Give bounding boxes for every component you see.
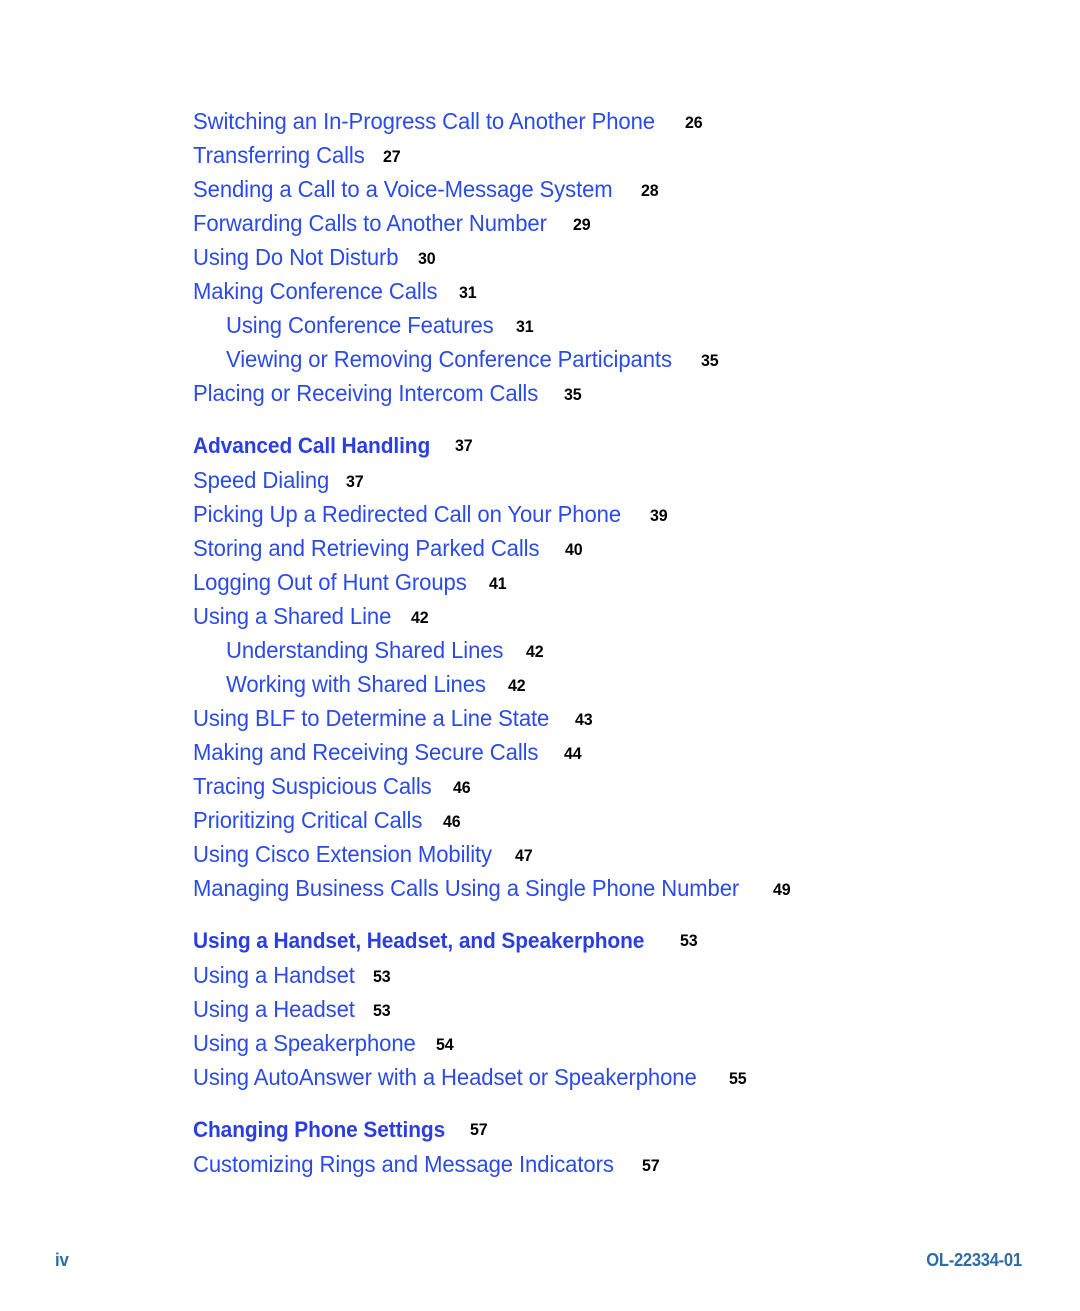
toc-entry[interactable]: Speed Dialing 37 (193, 463, 993, 497)
toc-entry-title: Sending a Call to a Voice-Message System (193, 176, 613, 202)
toc-section-heading[interactable]: Using a Handset, Headset, and Speakerpho… (193, 905, 993, 958)
toc-entry-page-number: 27 (382, 147, 401, 166)
toc-entry-title: Making Conference Calls (193, 278, 438, 304)
toc-entry-title: Using a Handset (193, 962, 355, 988)
toc-entry-page-number: 28 (641, 181, 659, 200)
toc-entry-page-number: 42 (410, 608, 429, 627)
toc-entry[interactable]: Managing Business Calls Using a Single P… (193, 871, 993, 905)
toc-entry-title: Prioritizing Critical Calls (193, 807, 423, 833)
toc-entry-title: Using Cisco Extension Mobility (193, 841, 493, 867)
page-footer: iv OL-22334-01 (0, 1250, 1080, 1280)
toc-entry[interactable]: Switching an In-Progress Call to Another… (193, 104, 993, 138)
toc-entry[interactable]: Understanding Shared Lines 42 (193, 633, 993, 667)
toc-entry[interactable]: Forwarding Calls to Another Number 29 (193, 206, 993, 240)
toc-entry[interactable]: Tracing Suspicious Calls 46 (193, 769, 993, 803)
table-of-contents: Switching an In-Progress Call to Another… (193, 104, 993, 1181)
toc-entry-page-number: 46 (452, 778, 471, 797)
toc-entry-page-number: 39 (649, 506, 668, 525)
toc-entry-title: Tracing Suspicious Calls (193, 773, 432, 799)
toc-entry-page-number: 31 (458, 283, 477, 302)
toc-entry[interactable]: Customizing Rings and Message Indicators… (193, 1147, 993, 1181)
toc-entry-page-number: 30 (418, 249, 436, 268)
toc-entry-title: Understanding Shared Lines (226, 637, 504, 663)
toc-entry-page-number: 37 (454, 436, 473, 455)
toc-section-heading[interactable]: Advanced Call Handling 37 (193, 410, 993, 463)
toc-section-heading[interactable]: Changing Phone Settings 57 (193, 1094, 993, 1147)
toc-entry-page-number: 43 (575, 710, 593, 729)
toc-entry-title: Switching an In-Progress Call to Another… (193, 108, 655, 134)
toc-entry[interactable]: Using a Headset 53 (193, 992, 993, 1026)
toc-entry-page-number: 53 (680, 931, 698, 950)
toc-entry[interactable]: Sending a Call to a Voice-Message System… (193, 172, 993, 206)
toc-entry[interactable]: Using Conference Features 31 (193, 308, 993, 342)
toc-entry-page-number: 57 (642, 1156, 660, 1175)
toc-entry-title: Using a Shared Line (193, 603, 392, 629)
toc-entry[interactable]: Logging Out of Hunt Groups 41 (193, 565, 993, 599)
toc-entry-title: Placing or Receiving Intercom Calls (193, 380, 539, 406)
toc-entry-title: Using BLF to Determine a Line State (193, 705, 550, 731)
toc-entry-title: Using Conference Features (226, 312, 494, 338)
toc-entry[interactable]: Placing or Receiving Intercom Calls 35 (193, 376, 993, 410)
toc-entry[interactable]: Picking Up a Redirected Call on Your Pho… (193, 497, 993, 531)
toc-entry-title: Making and Receiving Secure Calls (193, 739, 539, 765)
toc-entry-title: Forwarding Calls to Another Number (193, 210, 547, 236)
toc-entry[interactable]: Storing and Retrieving Parked Calls 40 (193, 531, 993, 565)
toc-entry-page-number: 40 (564, 540, 583, 559)
toc-entry-page-number: 53 (372, 967, 391, 986)
toc-entry[interactable]: Transferring Calls 27 (193, 138, 993, 172)
toc-entry-page-number: 53 (372, 1001, 391, 1020)
toc-entry-title: Viewing or Removing Conference Participa… (226, 346, 672, 372)
toc-entry[interactable]: Working with Shared Lines 42 (193, 667, 993, 701)
toc-entry[interactable]: Prioritizing Critical Calls 46 (193, 803, 993, 837)
toc-entry-page-number: 35 (701, 351, 719, 370)
toc-entry-title: Picking Up a Redirected Call on Your Pho… (193, 501, 622, 527)
toc-entry-page-number: 54 (436, 1035, 454, 1054)
toc-entry-title: Customizing Rings and Message Indicators (193, 1151, 614, 1177)
toc-entry-page-number: 41 (489, 574, 507, 593)
toc-entry[interactable]: Using Do Not Disturb 30 (193, 240, 993, 274)
document-page: Switching an In-Progress Call to Another… (0, 0, 1080, 1311)
toc-entry-title: Working with Shared Lines (226, 671, 486, 697)
toc-entry-title: Using a Headset (193, 996, 355, 1022)
toc-entry-page-number: 42 (525, 642, 544, 661)
toc-entry[interactable]: Using Cisco Extension Mobility 47 (193, 837, 993, 871)
toc-entry-page-number: 55 (728, 1069, 747, 1088)
toc-entry-page-number: 31 (515, 317, 534, 336)
toc-entry-page-number: 26 (685, 113, 703, 132)
toc-entry-page-number: 46 (442, 812, 461, 831)
toc-entry-title: Using a Speakerphone (193, 1030, 416, 1056)
toc-entry[interactable]: Using a Shared Line 42 (193, 599, 993, 633)
toc-entry-title: Using AutoAnswer with a Headset or Speak… (193, 1064, 697, 1090)
toc-entry-page-number: 49 (772, 880, 791, 899)
footer-page-number: iv (55, 1250, 69, 1270)
toc-entry[interactable]: Viewing or Removing Conference Participa… (193, 342, 993, 376)
toc-entry[interactable]: Making and Receiving Secure Calls 44 (193, 735, 993, 769)
toc-entry-page-number: 29 (572, 215, 591, 234)
toc-entry-title: Using Do Not Disturb (193, 244, 399, 270)
toc-entry-title: Transferring Calls (193, 142, 365, 168)
toc-entry-page-number: 42 (507, 676, 526, 695)
toc-entry-title: Logging Out of Hunt Groups (193, 569, 467, 595)
toc-entry-page-number: 35 (563, 385, 582, 404)
toc-entry-page-number: 47 (515, 846, 533, 865)
toc-entry[interactable]: Using a Speakerphone 54 (193, 1026, 993, 1060)
toc-entry-title: Storing and Retrieving Parked Calls (193, 535, 540, 561)
toc-entry-title: Speed Dialing (193, 467, 330, 493)
toc-entry-page-number: 37 (345, 472, 364, 491)
toc-entry[interactable]: Making Conference Calls 31 (193, 274, 993, 308)
toc-entry[interactable]: Using AutoAnswer with a Headset or Speak… (193, 1060, 993, 1094)
toc-entry[interactable]: Using BLF to Determine a Line State 43 (193, 701, 993, 735)
footer-document-id: OL-22334-01 (926, 1250, 1023, 1270)
toc-entry-title: Managing Business Calls Using a Single P… (193, 875, 740, 901)
toc-entry-page-number: 44 (563, 744, 582, 763)
